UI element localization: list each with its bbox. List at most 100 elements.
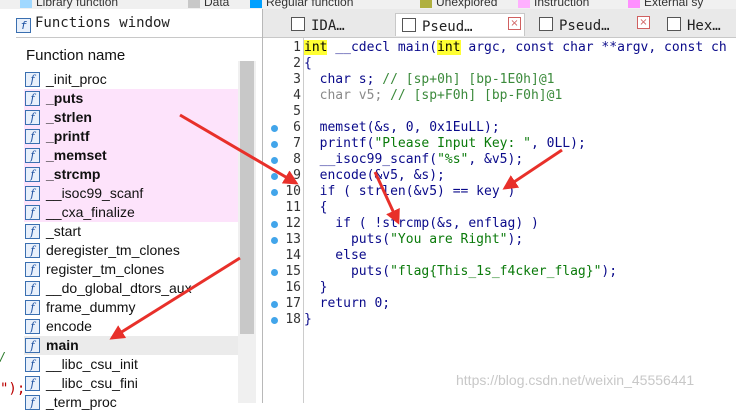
code-token: printf( [304,136,375,151]
function-item-cxa-finalize[interactable]: f __cxa_finalize [24,203,238,222]
legend-item: Regular function [250,0,353,9]
legend-label: Library function [36,0,119,9]
code-token: // [sp+0h] [bp-1E0h]@1 [382,72,555,87]
function-icon: f [25,357,40,372]
function-item-label: register_tm_clones [46,261,165,277]
legend-label: Regular function [266,0,354,9]
code-line[interactable]: 13 puts("You are Right"); [263,232,736,248]
code-line[interactable]: 5 [263,104,736,120]
code-line[interactable]: 18} [263,312,736,328]
code-token: __cdecl main( [327,40,438,55]
function-item-printf[interactable]: f _printf [24,127,238,146]
breakpoint-dot-icon[interactable] [271,141,278,148]
code-lines: 1 int __cdecl main(int argc, const char *… [263,40,736,328]
breakpoint-dot-icon[interactable] [271,125,278,132]
breakpoint-dot-icon[interactable] [271,301,278,308]
function-icon: f [25,129,40,144]
scrollbar-thumb[interactable] [240,61,254,334]
legend-swatch [518,0,530,8]
line-number: 7 [293,136,301,151]
function-item-label: _start [46,223,82,239]
function-item-libc-csu-init[interactable]: f __libc_csu_init [24,355,238,374]
function-item-label: deregister_tm_clones [46,242,180,258]
code-line[interactable]: 17 return 0; [263,296,736,312]
vertical-scrollbar[interactable] [238,61,256,403]
breakpoint-dot-icon[interactable] [271,173,278,180]
function-icon: f [25,186,40,201]
tab-2[interactable]: Pseud… × [533,13,653,35]
code-token: char v5; [304,88,391,103]
code-line[interactable]: 15 puts("flag{This_1s_f4cker_flag}"); [263,264,736,280]
code-line[interactable]: 1 int __cdecl main(int argc, const char *… [263,40,736,56]
code-line[interactable]: 2{ [263,56,736,72]
function-name-column-header[interactable]: Function name [26,47,125,64]
function-icon: f [25,91,40,106]
breakpoint-dot-icon[interactable] [271,317,278,324]
function-item-libc-csu-fini[interactable]: f __libc_csu_fini [24,374,238,393]
function-item-start[interactable]: f _start [24,222,238,241]
code-token: memset(&s, 0, 0x1EuLL); [304,120,500,135]
line-number: 6 [293,120,301,135]
function-item-frame-dummy[interactable]: f frame_dummy [24,298,238,317]
line-number: 14 [285,248,301,263]
code-text: printf("Please Input Key: ", 0LL); [304,136,586,152]
function-item-deregister-tm-clones[interactable]: f deregister_tm_clones [24,241,238,260]
code-line[interactable]: 3 char s; // [sp+0h] [bp-1E0h]@1 [263,72,736,88]
function-item-label: __libc_csu_fini [46,375,138,391]
function-item-strcmp[interactable]: f _strcmp [24,165,238,184]
code-token: char s; [304,72,383,87]
code-token: if ( strlen(&v5) == key ) [304,184,516,199]
function-item-encode[interactable]: f encode [24,317,238,336]
function-item-main[interactable]: f main [24,336,238,355]
view-icon [667,17,681,31]
tab-label: Pseud… [422,19,473,35]
code-line[interactable]: 6 memset(&s, 0, 0x1EuLL); [263,120,736,136]
breakpoint-dot-icon[interactable] [271,237,278,244]
breakpoint-dot-icon[interactable] [271,269,278,276]
functions-window: f Functions window Function name f _init_p… [0,9,263,410]
function-item-init-proc[interactable]: f _init_proc [24,70,238,89]
code-token: if ( !strcmp(&s, enflag) ) [304,216,539,231]
code-line[interactable]: 11 { [263,200,736,216]
functions-window-title[interactable]: f Functions window [16,15,262,35]
function-item-puts[interactable]: f _puts [24,89,238,108]
tab-0[interactable]: IDA… [285,13,385,35]
close-icon[interactable]: × [637,16,650,29]
breakpoint-dot-icon[interactable] [271,189,278,196]
line-number: 17 [285,296,301,311]
function-icon: f [25,243,40,258]
function-item-strlen[interactable]: f _strlen [24,108,238,127]
code-line[interactable]: 14 else [263,248,736,264]
tab-label: IDA… [311,18,345,34]
code-line[interactable]: 7 printf("Please Input Key: ", 0LL); [263,136,736,152]
pseudocode-view[interactable]: 1 int __cdecl main(int argc, const char *… [263,38,736,403]
function-item-memset[interactable]: f _memset [24,146,238,165]
function-list: f _init_proc f _puts f _strlen f _printf f _memse… [24,70,238,412]
code-text: } [304,280,328,296]
breakpoint-dot-icon[interactable] [271,157,278,164]
code-line[interactable]: 9 encode(&v5, &s); [263,168,736,184]
function-item-label: _strlen [46,109,92,125]
functions-window-title-label: Functions window [35,15,170,31]
close-icon[interactable]: × [508,17,521,30]
code-line[interactable]: 4 char v5; // [sp+F0h] [bp-F0h]@1 [263,88,736,104]
tab-1[interactable]: Pseud… × [395,13,525,36]
code-line[interactable]: 16 } [263,280,736,296]
line-number: 4 [293,88,301,103]
code-line[interactable]: 12 if ( !strcmp(&s, enflag) ) [263,216,736,232]
tab-3[interactable]: Hex… [661,13,733,35]
tab-label: Hex… [687,18,721,34]
code-line[interactable]: 8 __isoc99_scanf("%s", &v5); [263,152,736,168]
function-icon: f [25,300,40,315]
function-item-do-global-dtors-aux[interactable]: f __do_global_dtors_aux [24,279,238,298]
line-number: 9 [293,168,301,183]
legend-swatch [188,0,200,8]
code-token: argc, const char **argv, const ch [460,40,727,55]
function-icon: f [25,148,40,163]
legend-item: Data [188,0,229,9]
code-line[interactable]: 10 if ( strlen(&v5) == key ) [263,184,736,200]
breakpoint-dot-icon[interactable] [271,221,278,228]
function-item-isoc99-scanf[interactable]: f __isoc99_scanf [24,184,238,203]
function-item-register-tm-clones[interactable]: f register_tm_clones [24,260,238,279]
divider [16,37,262,38]
